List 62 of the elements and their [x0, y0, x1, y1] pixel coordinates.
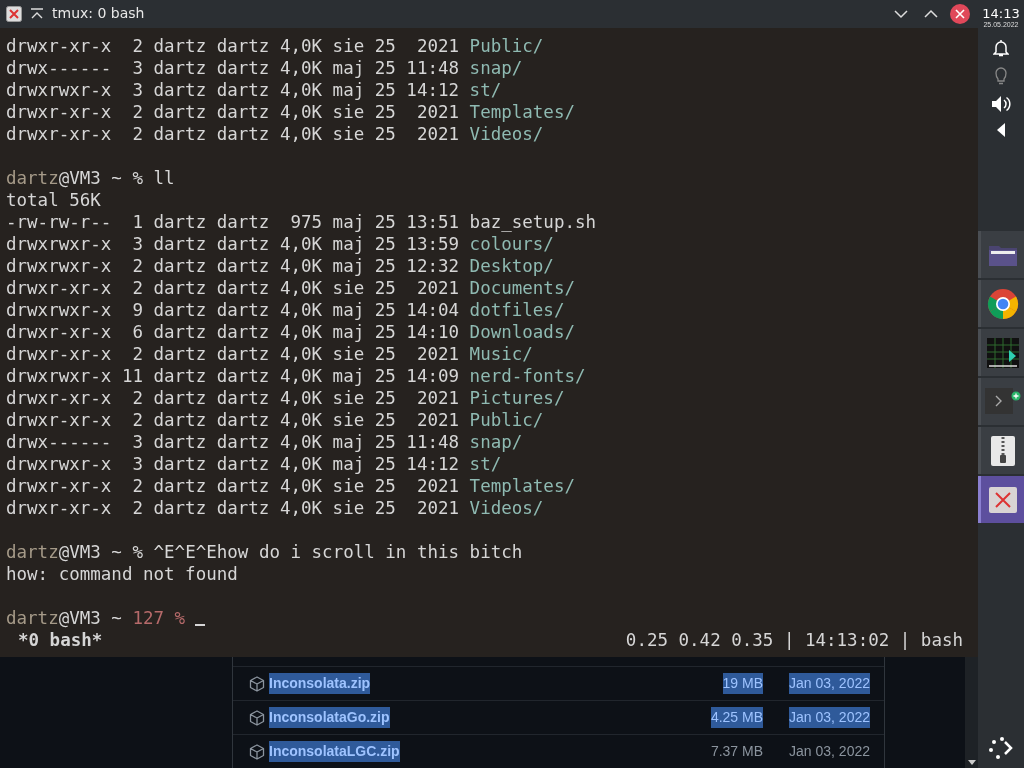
terminal-line: drwxr-xr-x 2 dartz dartz 4,0K sie 25 2021 Documents/ — [6, 276, 576, 299]
terminal-icon — [984, 387, 1021, 416]
close-icon[interactable] — [950, 3, 970, 24]
prompt-line: dartz@VM3 ~ % ^E^E^Ehow do i scroll in this bitch — [6, 540, 524, 563]
file-date: Jan 03, 2022 — [789, 742, 870, 761]
terminal-line: drwx------ 3 dartz dartz 4,0K maj 25 11:48 snap/ — [6, 56, 524, 79]
dots-arrow-icon[interactable] — [988, 736, 1014, 760]
maximize-icon[interactable] — [924, 8, 938, 19]
terminal-line: drwxr-xr-x 2 dartz dartz 4,0K sie 25 2021 Videos/ — [6, 496, 545, 519]
lightbulb-icon[interactable] — [995, 67, 1007, 85]
keep-above-icon[interactable] — [30, 7, 44, 20]
terminal-line: total 56K — [6, 188, 102, 211]
terminal-line: drwxrwxr-x 2 dartz dartz 4,0K maj 25 12:32 Desktop/ — [6, 254, 555, 277]
window-title: tmux: 0 bash — [52, 4, 145, 24]
taskbar-button[interactable] — [978, 427, 1024, 474]
prompt-line: dartz@VM3 ~ % ll — [6, 166, 176, 189]
package-icon — [249, 743, 265, 760]
package-icon — [249, 709, 265, 726]
taskbar-button[interactable] — [978, 231, 1024, 278]
terminal-line: drwxr-xr-x 2 dartz dartz 4,0K sie 25 2021 Public/ — [6, 408, 545, 431]
tmux-window-label: *0 bash* — [18, 628, 103, 651]
minimize-icon[interactable] — [894, 8, 908, 19]
terminal-line: drwxr-xr-x 2 dartz dartz 4,0K sie 25 2021 Public/ — [6, 34, 545, 57]
app-icon[interactable] — [6, 5, 22, 22]
file-date: Jan 03, 2022 — [789, 673, 870, 694]
terminal-line: drwxrwxr-x 3 dartz dartz 4,0K maj 25 13:59 colours/ — [6, 232, 555, 255]
terminal-line: drwxr-xr-x 2 dartz dartz 4,0K sie 25 2021 Pictures/ — [6, 386, 566, 409]
file-link[interactable]: InconsolataLGC.zip — [269, 741, 400, 762]
terminal-line: drwxr-xr-x 6 dartz dartz 4,0K maj 25 14:10 Downloads/ — [6, 320, 576, 343]
prompt-line: dartz@VM3 ~ 127 % — [6, 606, 978, 629]
terminal-line: drwxr-xr-x 2 dartz dartz 4,0K sie 25 2021 Templates/ — [6, 474, 576, 497]
taskbar-button[interactable] — [978, 476, 1024, 523]
file-size: 4.25 MB — [710, 707, 764, 728]
zipper-icon — [990, 435, 1015, 466]
terminal-line: drwxr-xr-x 2 dartz dartz 4,0K sie 25 2021 Music/ — [6, 342, 534, 365]
terminal-line: how: command not found — [6, 562, 239, 585]
file-link[interactable]: InconsolataGo.zip — [269, 707, 390, 728]
file-link[interactable]: Inconsolata.zip — [269, 673, 371, 694]
monitor-icon — [986, 337, 1019, 368]
terminal-line: drwx------ 3 dartz dartz 4,0K maj 25 11:48 snap/ — [6, 430, 524, 453]
file-size: 19 MB — [722, 673, 764, 694]
terminal-line: drwxr-xr-x 2 dartz dartz 4,0K sie 25 2021 Templates/ — [6, 100, 576, 123]
speaker-icon[interactable] — [991, 95, 1011, 113]
tmux-status-info: 0.25 0.42 0.35 | 14:13:02 | bash — [625, 628, 963, 651]
file-date: Jan 03, 2022 — [789, 707, 870, 728]
taskbar-button[interactable] — [978, 329, 1024, 376]
taskbar-button[interactable] — [978, 280, 1024, 327]
terminal-line: drwxr-xr-x 2 dartz dartz 4,0K sie 25 2021 Videos/ — [6, 122, 545, 145]
expand-arrow-icon[interactable] — [997, 123, 1005, 137]
scroll-down-arrow-icon[interactable] — [967, 760, 976, 765]
terminal-line: -rw-rw-r-- 1 dartz dartz 975 maj 25 13:51 baz_setup.sh — [6, 210, 598, 233]
terminal-line: drwxrwxr-x 11 dartz dartz 4,0K maj 25 14:09 nerd-fonts/ — [6, 364, 587, 387]
terminal-line: drwxrwxr-x 3 dartz dartz 4,0K maj 25 14:12 st/ — [6, 452, 503, 475]
terminal-line: drwxrwxr-x 9 dartz dartz 4,0K maj 25 14:04 dotfiles/ — [6, 298, 566, 321]
cross-icon — [988, 486, 1017, 513]
taskbar-button[interactable] — [978, 378, 1024, 425]
clock-time: 14:13 — [982, 7, 1020, 21]
package-icon — [249, 675, 265, 692]
file-size: 7.37 MB — [710, 742, 764, 761]
terminal-line: drwxrwxr-x 3 dartz dartz 4,0K maj 25 14:12 st/ — [6, 78, 503, 101]
chrome-icon — [986, 287, 1019, 320]
bell-icon[interactable] — [993, 39, 1009, 57]
